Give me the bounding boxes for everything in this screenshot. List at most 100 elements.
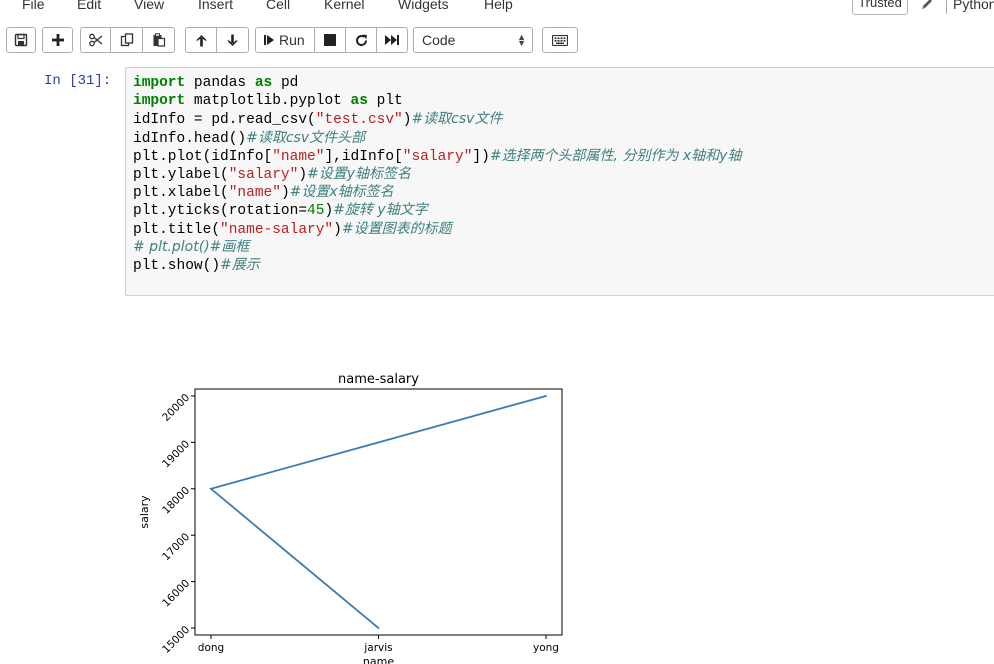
insert-cell-button[interactable] (42, 27, 73, 53)
run-button[interactable]: Run (255, 27, 315, 53)
paste-icon (152, 33, 166, 47)
code-comment: #旋转 y轴文字 (333, 202, 428, 219)
code-line: plt.plot(idInfo["name"],idInfo["salary"]… (133, 147, 741, 165)
kernel-indicator: Python (953, 0, 994, 12)
code-comment: #设置图表的标题 (341, 220, 452, 237)
code-line: # plt.plot()#画框 (133, 238, 741, 256)
code-editor[interactable]: import pandas as pd import matplotlib.pyp… (125, 67, 994, 296)
keyboard-icon (552, 34, 568, 46)
plot-frame (194, 388, 563, 636)
code-string: "salary" (228, 166, 299, 183)
menu-cell[interactable]: Cell (266, 0, 290, 12)
code-token: plt.plot(idInfo[ (133, 148, 273, 165)
code-token: ) (324, 203, 334, 220)
code-comment: #读取csv文件头部 (246, 129, 366, 146)
code-line: idInfo = pd.read_csv("test.csv")#读取csv文件 (133, 110, 741, 128)
code-comment: # plt.plot()#画框 (133, 238, 250, 255)
menu-help[interactable]: Help (484, 0, 513, 12)
code-line: plt.ylabel("salary")#设置y轴标签名 (133, 165, 741, 183)
y-tick-label: 17000 (160, 531, 192, 563)
move-down-button[interactable] (217, 27, 249, 53)
code-token: plt.title( (133, 221, 221, 238)
output-chart: name-salary dong jarvis yong name 15000 16000 1… (138, 372, 563, 664)
menu-file[interactable]: File (22, 0, 45, 12)
copy-icon (120, 33, 134, 47)
code-token: ) (333, 221, 342, 238)
code-line: plt.title("name-salary")#设置图表的标题 (133, 220, 741, 238)
input-prompt: In [31]: (44, 73, 112, 89)
menu-view[interactable]: View (134, 0, 164, 12)
code-string: "test.csv" (315, 112, 403, 129)
code-line: idInfo.head()#读取csv文件头部 (133, 129, 741, 147)
toolbar: Run Code ▲ ▼ (0, 18, 994, 64)
run-button-label: Run (279, 32, 305, 48)
pencil-icon[interactable] (919, 0, 935, 12)
code-keyword: import (133, 75, 186, 91)
code-token: idInfo = pd.read_csv( (133, 112, 316, 129)
menu-bar: File Edit View Insert Cell Kernel Widget… (0, 0, 994, 19)
code-token: ) (280, 185, 290, 202)
chart-title: name-salary (338, 372, 419, 387)
cut-button[interactable] (80, 27, 111, 53)
trusted-indicator[interactable]: Trusted (852, 0, 908, 15)
code-string: "name" (228, 185, 281, 202)
code-token: plt.show() (133, 257, 221, 274)
save-button[interactable] (6, 27, 36, 53)
interrupt-button[interactable] (315, 27, 346, 53)
menu-edit[interactable]: Edit (77, 0, 101, 12)
code-line: plt.yticks(rotation=45)#旋转 y轴文字 (133, 201, 741, 219)
code-token: plt.yticks(rotation= (133, 203, 308, 220)
cell-type-select[interactable]: Code ▲ ▼ (413, 27, 533, 53)
code-token: plt (367, 93, 403, 110)
code-token: ],idInfo[ (324, 148, 403, 165)
code-keyword: import (133, 93, 186, 110)
y-tick-label: 19000 (160, 438, 192, 470)
data-point (545, 395, 547, 397)
x-tick-label: dong (198, 642, 224, 654)
notebook-container: In [31]: import pandas as pd import matpl… (0, 64, 994, 664)
code-line: import matplotlib.pyplot as plt (133, 92, 741, 110)
code-token: pd (272, 75, 299, 91)
code-token: plt.xlabel( (133, 185, 229, 202)
move-up-button[interactable] (185, 27, 217, 53)
save-icon (14, 33, 28, 47)
code-comment: #设置x轴标签名 (289, 184, 394, 201)
code-lines: import pandas as pd import matplotlib.pyp… (133, 74, 741, 274)
fast-forward-icon (385, 34, 399, 46)
code-string: "salary" (402, 148, 473, 165)
cut-icon (88, 33, 103, 47)
menu-kernel[interactable]: Kernel (324, 0, 364, 12)
code-token: idInfo.head() (133, 130, 247, 147)
paste-button[interactable] (143, 27, 175, 53)
code-comment: #展示 (220, 256, 260, 273)
x-axis-label: name (363, 655, 394, 664)
x-tick-label: yong (533, 642, 559, 654)
code-string: "name-salary" (220, 221, 334, 238)
step-forward-icon (264, 34, 275, 46)
code-comment: #读取csv文件 (411, 111, 503, 128)
code-token: plt.ylabel( (133, 166, 229, 183)
code-token: ]) (472, 148, 490, 165)
arrow-down-icon (226, 34, 239, 47)
cell-type-value: Code (422, 32, 456, 48)
kernel-separator (946, 0, 947, 14)
command-palette-button[interactable] (542, 27, 578, 53)
code-keyword: as (350, 93, 368, 110)
restart-button[interactable] (346, 27, 377, 53)
code-line: plt.xlabel("name")#设置x轴标签名 (133, 183, 741, 201)
menu-insert[interactable]: Insert (198, 0, 233, 12)
code-comment: #选择两个头部属性, 分别作为 x轴和y轴 (489, 147, 742, 164)
code-line: plt.show()#展示 (133, 256, 741, 274)
select-arrows-icon: ▲ ▼ (517, 32, 526, 48)
cell-selection-bar (0, 64, 6, 600)
restart-run-all-button[interactable] (377, 27, 408, 53)
y-tick-label: 15000 (160, 624, 192, 656)
code-token: pandas (185, 75, 255, 91)
stop-icon (324, 34, 336, 46)
copy-button[interactable] (111, 27, 143, 53)
y-tick-label: 20000 (160, 392, 192, 424)
plus-icon (51, 34, 64, 46)
menu-widgets[interactable]: Widgets (398, 0, 449, 12)
code-string: "name" (272, 148, 325, 165)
y-tick-label: 16000 (160, 577, 192, 609)
